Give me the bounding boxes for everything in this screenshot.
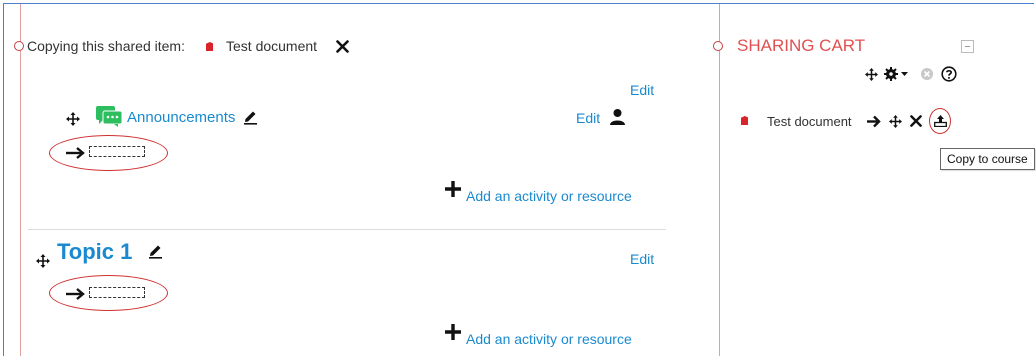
user-icon — [609, 108, 625, 125]
close-icon — [910, 115, 922, 127]
move-section-button[interactable] — [35, 253, 51, 269]
copy-item-name: Test document — [226, 38, 318, 54]
section-separator — [28, 229, 666, 230]
help-icon — [941, 66, 957, 82]
clear-cart-button[interactable] — [920, 67, 933, 80]
arrow-right-icon — [866, 115, 881, 127]
copy-item-button[interactable] — [866, 114, 881, 128]
move-icon — [66, 112, 80, 126]
pencil-icon — [244, 111, 257, 125]
cancel-copy-button[interactable] — [334, 37, 350, 55]
paste-target[interactable] — [89, 146, 145, 157]
arrow-right-icon — [66, 146, 86, 159]
section-marker — [14, 41, 24, 51]
activity-edit-link[interactable]: Edit — [576, 110, 600, 126]
plus-icon — [444, 323, 464, 343]
copy-bar-prefix: Copying this shared item: — [27, 38, 185, 54]
add-activity-link[interactable]: Add an activity or resource — [466, 331, 632, 347]
edit-title-button[interactable] — [242, 109, 258, 125]
file-icon — [741, 116, 748, 125]
sharing-cart-title: SHARING CART — [737, 36, 866, 55]
delete-circle-icon — [920, 67, 933, 80]
move-icon — [888, 114, 902, 128]
block-actions-menu[interactable] — [884, 67, 910, 81]
move-activity-button[interactable] — [65, 111, 81, 127]
file-icon — [206, 42, 213, 51]
assign-roles-button[interactable] — [608, 107, 626, 125]
copy-to-course-tooltip: Copy to course — [940, 148, 1035, 170]
arrow-right-icon — [66, 287, 86, 300]
paste-target[interactable] — [89, 287, 145, 298]
topic-title[interactable]: Topic 1 — [57, 239, 132, 265]
left-divider — [20, 4, 21, 356]
help-button[interactable] — [941, 66, 957, 82]
section-edit-link[interactable]: Edit — [630, 82, 654, 98]
close-icon — [335, 39, 349, 53]
add-activity-link[interactable]: Add an activity or resource — [466, 188, 632, 204]
plus-icon — [444, 180, 464, 200]
move-icon — [36, 254, 50, 268]
copy-bar: Copying this shared item: — [27, 38, 185, 54]
pencil-icon — [149, 245, 162, 259]
delete-item-button[interactable] — [909, 114, 923, 128]
gear-icon — [884, 67, 908, 81]
move-icon — [864, 67, 878, 81]
cart-item-name: Test document — [767, 114, 852, 129]
announcements-link[interactable]: Announcements — [127, 109, 235, 126]
move-item-button[interactable] — [888, 114, 902, 128]
forum-icon — [96, 106, 123, 127]
move-block-button[interactable] — [864, 67, 878, 81]
collapse-block-button[interactable] — [961, 40, 974, 53]
topic-edit-link[interactable]: Edit — [630, 251, 654, 267]
right-divider — [719, 4, 720, 356]
upload-course-icon — [933, 115, 947, 127]
edit-topic-button[interactable] — [147, 243, 163, 259]
block-marker — [713, 41, 723, 51]
copy-to-course-button[interactable] — [933, 115, 947, 127]
